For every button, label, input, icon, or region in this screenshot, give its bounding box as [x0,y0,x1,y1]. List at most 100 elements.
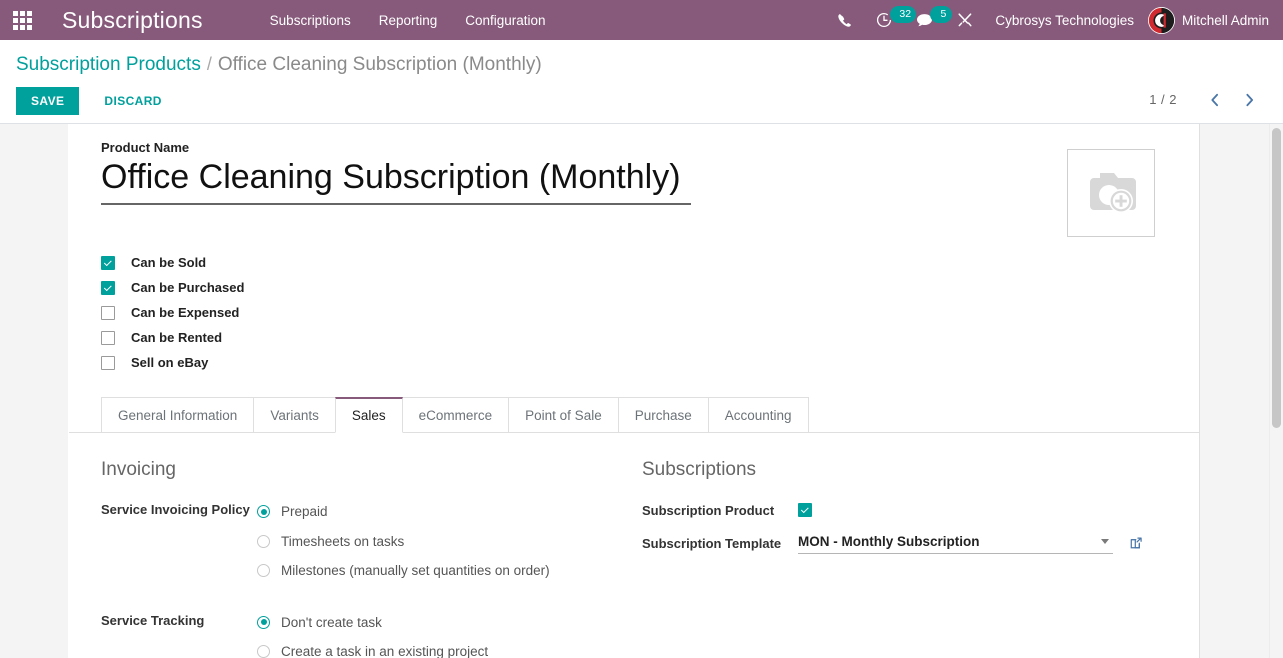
tab-accounting[interactable]: Accounting [707,397,809,433]
timesheets-on-tasks-radio[interactable] [257,534,270,548]
subscription-template-field: MON - Monthly Subscription [798,531,1143,554]
checkbox-row-can-be-purchased: Can be Purchased [101,275,1167,300]
page-vertical-scrollbar[interactable] [1269,124,1283,658]
radio-row-milestones: Milestones (manually set quantities on o… [257,556,610,586]
notebook: General Information Variants Sales eComm… [69,397,1200,658]
user-menu[interactable]: Mitchell Admin [1147,6,1275,34]
service-tracking-label: Service Tracking [101,612,205,628]
can-be-expensed-label[interactable]: Can be Expensed [131,305,239,320]
tab-sales[interactable]: Sales [334,397,403,433]
radio-row-dont-create-task: Don't create task [257,608,610,638]
sell-on-ebay-label[interactable]: Sell on eBay [131,355,208,370]
timesheets-on-tasks-label[interactable]: Timesheets on tasks [281,534,404,549]
apps-grid-icon [12,10,32,30]
user-avatar-icon [1148,7,1175,33]
save-button[interactable]: SAVE [16,87,80,115]
title-left: Product Name [101,140,1067,206]
checkbox-row-sell-on-ebay: Sell on eBay [101,350,1167,375]
tab-general-information[interactable]: General Information [101,397,255,433]
tab-ecommerce[interactable]: eCommerce [401,397,510,433]
chevron-right-icon [1246,93,1254,106]
form-sheet-wrapper: Product Name Office Cleaning Subscriptio… [0,124,1283,658]
title-row: Product Name [101,140,1167,237]
milestones-radio[interactable] [257,564,270,578]
subscription-template-value: MON - Monthly Subscription [798,534,980,549]
menu-item-configuration[interactable]: Configuration [451,2,559,39]
camera-add-icon [1090,173,1136,213]
radio-row-task-existing-project: Create a task in an existing project [257,637,610,658]
task-existing-project-radio[interactable] [257,645,270,658]
product-name-input[interactable] [101,157,691,206]
breadcrumb: Subscription Products / Office Cleaning … [16,40,1267,76]
record-action-buttons: SAVE DISCARD [16,87,1267,115]
subscription-product-row: Subscription Product [642,497,1143,522]
phone-icon [838,13,852,27]
can-be-purchased-checkbox[interactable] [101,280,115,295]
can-be-rented-checkbox[interactable] [101,330,115,345]
can-be-rented-label[interactable]: Can be Rented [131,330,222,345]
milestones-label[interactable]: Milestones (manually set quantities on o… [281,563,550,578]
page-body: Product Name Office Cleaning Subscriptio… [0,124,1283,658]
breadcrumb-root-link[interactable]: Subscription Products [16,54,201,76]
subscription-template-dropdown[interactable]: MON - Monthly Subscription [798,531,1113,554]
user-name-label: Mitchell Admin [1181,12,1269,28]
checkbox-row-can-be-rented: Can be Rented [101,325,1167,350]
menu-item-subscriptions[interactable]: Subscriptions [256,2,365,39]
top-navbar: Subscriptions Subscriptions Reporting Co… [0,0,1283,40]
sell-on-ebay-checkbox[interactable] [101,355,115,370]
menu-item-reporting[interactable]: Reporting [365,2,452,39]
breadcrumb-current: Office Cleaning Subscription (Monthly) [217,54,542,75]
product-flags-group: Can be Sold Can be Purchased Can be Expe… [101,250,1167,375]
phone-button[interactable] [825,0,864,40]
prepaid-radio[interactable] [257,505,270,519]
can-be-purchased-label[interactable]: Can be Purchased [131,280,244,295]
pager-value: 1 / 2 [1149,92,1177,107]
can-be-sold-label[interactable]: Can be Sold [131,255,206,270]
product-name-label: Product Name [101,140,190,155]
dont-create-task-label[interactable]: Don't create task [281,615,382,630]
tab-variants[interactable]: Variants [253,397,336,433]
product-image-placeholder[interactable] [1067,149,1155,237]
radio-row-timesheets-on-tasks: Timesheets on tasks [257,527,610,557]
messages-button[interactable]: 5 [904,0,953,40]
company-switcher[interactable]: Cybrosys Technologies [985,13,1148,28]
chevron-down-icon[interactable] [1101,539,1109,544]
app-brand-title[interactable]: Subscriptions [44,7,209,34]
form-sheet: Product Name Office Cleaning Subscriptio… [68,124,1200,658]
service-invoicing-policy-label: Service Invoicing Policy [101,502,250,517]
task-existing-project-label[interactable]: Create a task in an existing project [281,644,488,658]
prepaid-label[interactable]: Prepaid [281,504,328,519]
sales-tab-content: Invoicing Service Invoicing Policy Prepa… [101,433,1167,658]
subscription-template-label: Subscription Template [642,536,782,552]
scrollbar-thumb[interactable] [1272,128,1281,428]
external-link-icon [1130,536,1142,548]
pager-previous-button[interactable] [1197,93,1232,107]
subscription-template-open-button[interactable] [1129,536,1143,550]
checkbox-row-can-be-sold: Can be Sold [101,250,1167,275]
notebook-tabs: General Information Variants Sales eComm… [101,397,1167,433]
subscription-product-label: Subscription Product [642,503,775,519]
service-invoicing-policy-row: Service Invoicing Policy Prepaid Timeshe… [101,497,610,586]
can-be-sold-checkbox[interactable] [101,255,115,270]
service-tracking-options: Don't create task Create a task in an ex… [257,608,610,658]
chevron-left-icon [1211,93,1219,106]
dont-create-task-radio[interactable] [257,615,270,629]
tools-button[interactable] [945,0,985,40]
checkbox-row-can-be-expensed: Can be Expensed [101,300,1167,325]
tab-purchase[interactable]: Purchase [617,397,709,433]
tab-point-of-sale[interactable]: Point of Sale [508,397,619,433]
activities-button[interactable]: 32 [864,0,917,40]
pager-next-button[interactable] [1232,93,1267,107]
subscriptions-group-title: Subscriptions [642,459,757,480]
breadcrumb-separator: / [206,54,212,74]
control-panel: Subscription Products / Office Cleaning … [0,40,1283,124]
can-be-expensed-checkbox[interactable] [101,305,115,320]
subscriptions-group: Subscriptions Subscription Product Subsc… [634,459,1167,658]
service-tracking-row: Service Tracking Don't create task Creat… [101,608,610,658]
subscription-product-checkbox[interactable] [798,502,812,517]
main-menu: Subscriptions Reporting Configuration [256,2,560,39]
invoicing-group-title: Invoicing [101,459,176,480]
apps-menu-toggle[interactable] [0,0,44,40]
form-sheet-inner: Product Name Office Cleaning Subscriptio… [69,140,1200,658]
discard-button[interactable]: DISCARD [88,87,177,115]
